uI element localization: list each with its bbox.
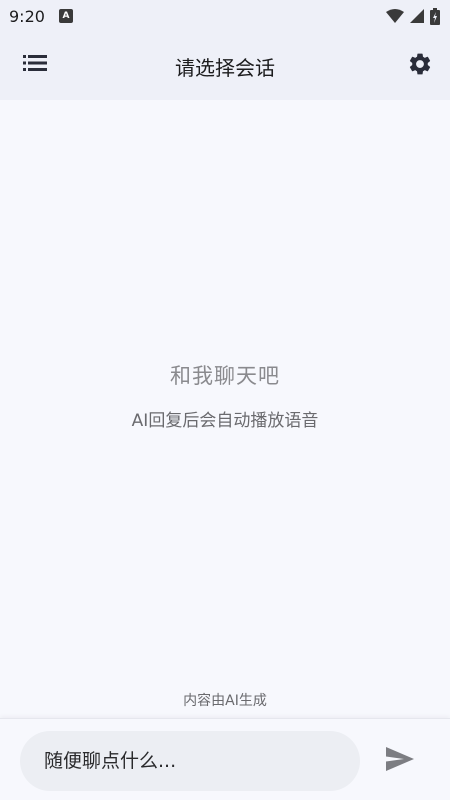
app-bar: 请选择会话	[0, 32, 450, 100]
notification-app-icon: A	[58, 9, 73, 23]
composer-bar	[0, 718, 450, 800]
wifi-icon	[386, 9, 404, 23]
battery-charging-icon	[430, 7, 440, 25]
empty-state-title: 和我聊天吧	[170, 364, 280, 388]
empty-state-subtitle: AI回复后会自动播放语音	[131, 411, 319, 431]
menu-list-icon	[23, 54, 47, 76]
send-button[interactable]	[382, 745, 418, 777]
settings-button[interactable]	[406, 52, 434, 80]
page-title: 请选择会话	[175, 55, 275, 80]
status-time: 9:20	[9, 6, 45, 26]
status-right	[386, 7, 440, 25]
status-left: 9:20 A	[9, 7, 73, 26]
conversation-list-button[interactable]	[22, 52, 48, 78]
ai-generated-notice: 内容由AI生成	[183, 693, 267, 709]
empty-state: 和我聊天吧 AI回复后会自动播放语音	[0, 360, 450, 431]
cellular-signal-icon	[410, 9, 424, 23]
send-icon	[386, 747, 414, 775]
message-input[interactable]	[20, 731, 360, 791]
status-bar: 9:20 A	[0, 0, 450, 32]
gear-icon	[407, 51, 433, 81]
